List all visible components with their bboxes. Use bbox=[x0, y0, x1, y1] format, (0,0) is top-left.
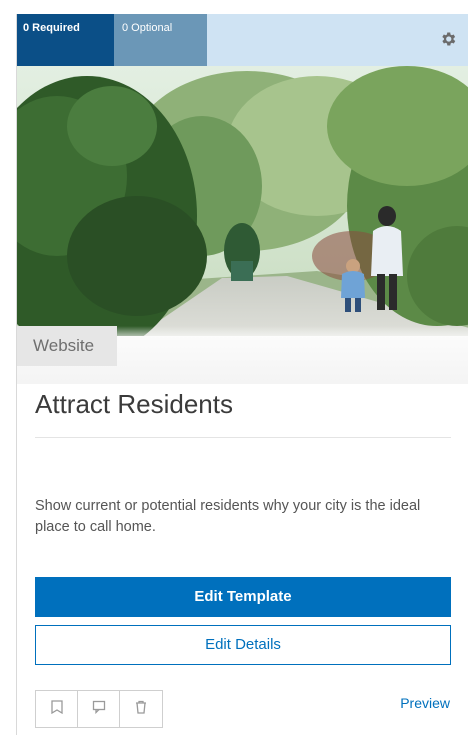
app-card: 0 Required 0 Optional Website Attract Re… bbox=[16, 14, 468, 735]
edit-details-button[interactable]: Edit Details bbox=[35, 625, 451, 665]
gear-icon[interactable] bbox=[439, 30, 457, 48]
item-type-label: Website bbox=[17, 326, 117, 366]
comment-button[interactable] bbox=[78, 691, 120, 727]
save-button[interactable] bbox=[36, 691, 78, 727]
tab-optional-label: 0 Optional bbox=[122, 22, 173, 34]
tab-optional[interactable]: 0 Optional bbox=[114, 14, 207, 66]
tab-required[interactable]: 0 Required bbox=[17, 14, 114, 66]
save-icon bbox=[50, 699, 64, 719]
delete-icon bbox=[134, 700, 148, 719]
divider bbox=[35, 437, 451, 438]
preview-link[interactable]: Preview bbox=[400, 695, 450, 711]
delete-button[interactable] bbox=[120, 691, 162, 727]
card-header: 0 Required 0 Optional bbox=[17, 14, 468, 66]
card-description: Show current or potential residents why … bbox=[35, 498, 421, 535]
card-title: Attract Residents bbox=[35, 389, 233, 419]
edit-template-button[interactable]: Edit Template bbox=[35, 577, 451, 617]
comment-icon bbox=[92, 700, 106, 719]
tab-required-label: 0 Required bbox=[23, 22, 80, 34]
park-photo bbox=[17, 66, 468, 336]
action-icon-group bbox=[35, 690, 163, 728]
